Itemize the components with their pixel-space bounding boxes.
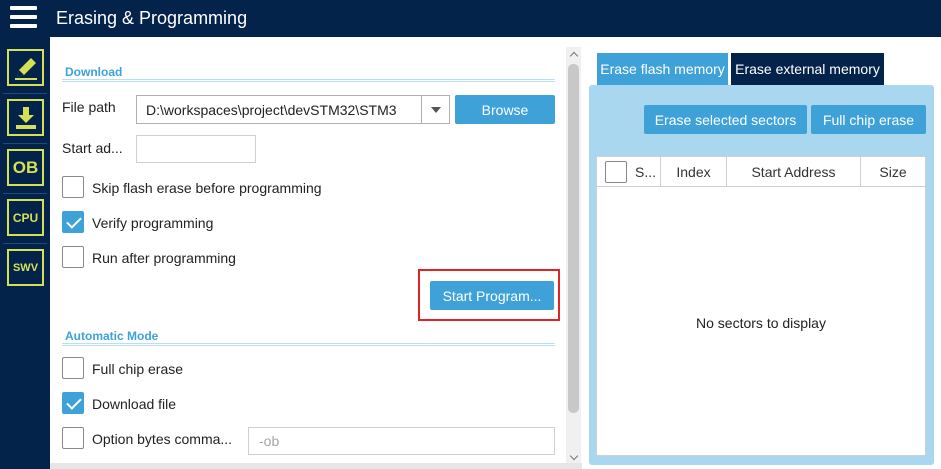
option-bytes-command-input[interactable]: -ob <box>248 427 555 455</box>
bottom-edge <box>50 463 582 469</box>
option-bytes-command-checkbox[interactable] <box>62 427 84 449</box>
browse-button[interactable]: Browse <box>455 95 555 124</box>
edit-pencil-icon[interactable] <box>7 49 44 86</box>
erase-tab-content: Erase selected sectors Full chip erase S… <box>589 85 934 465</box>
tab-erase-flash-memory[interactable]: Erase flash memory <box>597 53 728 85</box>
sidebar-divider <box>3 193 47 194</box>
skip-flash-erase-checkbox[interactable] <box>62 176 84 198</box>
erase-panel: Erase flash memory Erase external memory… <box>582 37 941 469</box>
scrollbar-thumb[interactable] <box>568 64 579 413</box>
run-after-programming-checkbox[interactable] <box>62 246 84 268</box>
download-file-checkbox[interactable] <box>62 392 84 414</box>
swv-icon[interactable]: SWV <box>7 249 44 286</box>
erase-selected-sectors-button[interactable]: Erase selected sectors <box>644 105 807 134</box>
sidebar-divider <box>3 93 47 94</box>
programming-panel: Download File path D:\workspaces\project… <box>50 37 566 469</box>
empty-table-message: No sectors to display <box>696 315 826 331</box>
full-chip-erase-label: Full chip erase <box>92 361 184 377</box>
full-chip-erase-checkbox[interactable] <box>62 357 84 379</box>
title-bar: Erasing & Programming <box>0 0 941 37</box>
column-header-size[interactable]: Size <box>861 157 925 187</box>
table-header: S... Index Start Address Size <box>597 157 925 187</box>
file-path-value: D:\workspaces\project\devSTM32\STM3 <box>146 102 397 118</box>
hamburger-menu-icon[interactable] <box>10 6 37 30</box>
start-programming-button[interactable]: Start Program... <box>430 281 554 310</box>
section-divider <box>62 79 555 82</box>
option-bytes-icon[interactable]: OB <box>7 149 44 186</box>
start-address-label: Start ad... <box>62 140 123 156</box>
sidebar: OB CPU SWV <box>0 37 50 469</box>
select-all-column: S... <box>597 157 661 187</box>
start-address-input[interactable] <box>136 135 256 163</box>
scroll-up-icon[interactable] <box>566 47 581 61</box>
column-header-start-address[interactable]: Start Address <box>727 157 861 187</box>
full-chip-erase-button[interactable]: Full chip erase <box>811 105 926 134</box>
sidebar-divider <box>3 243 47 244</box>
download-section-title: Download <box>65 65 123 79</box>
verify-programming-checkbox[interactable] <box>62 211 84 233</box>
column-header-select[interactable]: S... <box>635 164 656 180</box>
file-path-label: File path <box>62 99 116 115</box>
column-header-index[interactable]: Index <box>661 157 727 187</box>
section-divider <box>62 343 555 346</box>
sectors-table: S... Index Start Address Size No sectors… <box>596 156 926 456</box>
download-file-label: Download file <box>92 396 177 412</box>
sidebar-divider <box>3 143 47 144</box>
tab-erase-external-memory[interactable]: Erase external memory <box>731 53 884 85</box>
vertical-scrollbar[interactable] <box>566 47 581 465</box>
page-title: Erasing & Programming <box>56 8 248 28</box>
skip-flash-erase-label: Skip flash erase before programming <box>92 180 322 196</box>
automatic-mode-section-title: Automatic Mode <box>65 329 159 343</box>
run-after-programming-label: Run after programming <box>92 250 236 266</box>
verify-programming-label: Verify programming <box>92 215 214 231</box>
file-path-select[interactable]: D:\workspaces\project\devSTM32\STM3 <box>136 95 450 124</box>
select-all-checkbox[interactable] <box>605 161 627 183</box>
option-bytes-command-label: Option bytes comma... <box>92 431 233 447</box>
cpu-icon[interactable]: CPU <box>7 199 44 236</box>
chevron-down-icon[interactable] <box>421 96 449 123</box>
download-icon[interactable] <box>7 99 44 136</box>
